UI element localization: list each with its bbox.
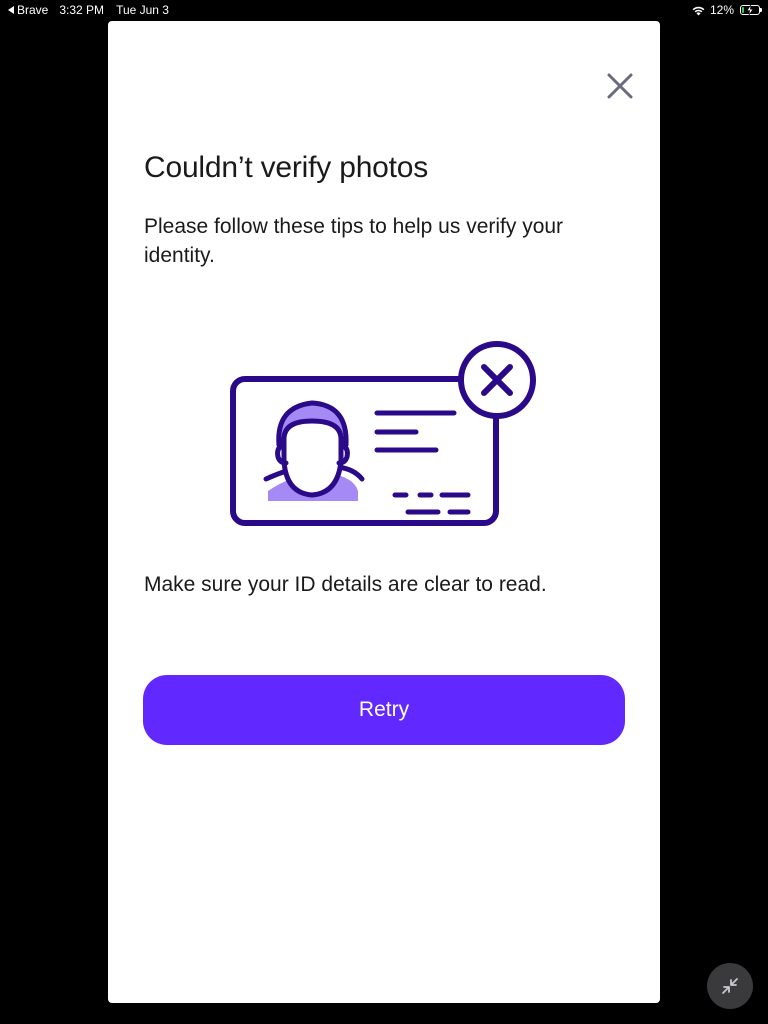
- screen: Brave 3:32 PM Tue Jun 3 12% Couldn’t ver…: [0, 0, 768, 1024]
- back-app-label: Brave: [17, 3, 49, 17]
- close-button[interactable]: [600, 66, 640, 106]
- tip-text: Make sure your ID details are clear to r…: [144, 573, 547, 596]
- collapse-button[interactable]: [707, 963, 753, 1009]
- modal-title: Couldn’t verify photos: [144, 151, 429, 184]
- battery-percent: 12%: [709, 3, 734, 17]
- status-left: Brave 3:32 PM Tue Jun 3: [8, 3, 169, 17]
- id-card-error-illustration: [230, 341, 536, 526]
- battery-nub: [760, 8, 762, 12]
- status-date: Tue Jun 3: [116, 3, 169, 17]
- charging-bolt-icon: [746, 5, 754, 15]
- battery-fill: [742, 7, 744, 13]
- retry-button[interactable]: Retry: [143, 675, 625, 745]
- status-bar: Brave 3:32 PM Tue Jun 3 12%: [0, 0, 768, 20]
- back-to-app-link[interactable]: Brave: [8, 3, 48, 17]
- modal-subtitle: Please follow these tips to help us veri…: [144, 215, 564, 267]
- collapse-arrows-icon: [722, 978, 738, 994]
- verification-modal: Couldn’t verify photos Please follow the…: [108, 21, 660, 1003]
- close-icon: [607, 73, 633, 99]
- status-right: 12%: [691, 3, 762, 17]
- status-time: 3:32 PM: [59, 3, 105, 17]
- wifi-icon: [692, 6, 705, 15]
- battery-icon: [740, 5, 762, 15]
- back-arrow-icon: [8, 6, 14, 14]
